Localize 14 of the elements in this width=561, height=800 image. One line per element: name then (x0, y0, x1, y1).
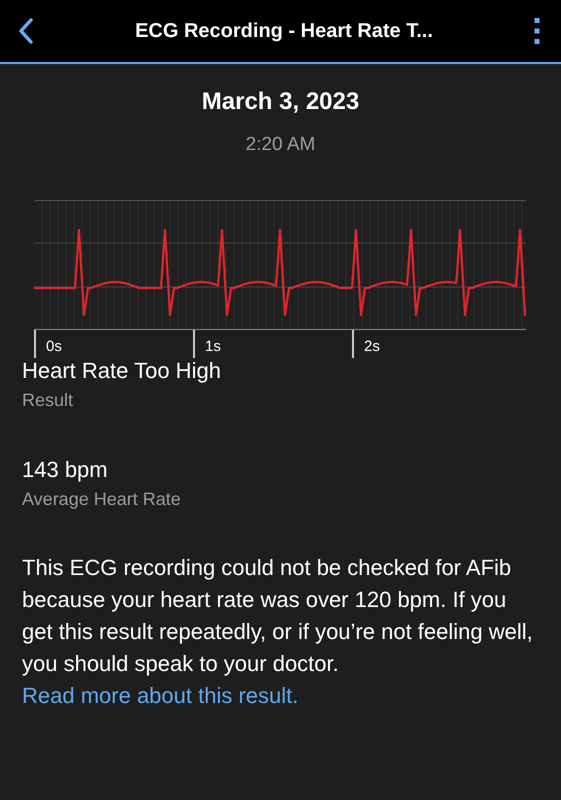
read-more-link[interactable]: Read more about this result. (22, 683, 298, 708)
result-explanation: This ECG recording could not be checked for AFib because your heart rate was over 120 bpm. If you get this result repeatedly, or if you’re not feeling well, you should speak to your doctor. Read more about this result. (22, 554, 534, 710)
back-chevron-icon[interactable] (18, 18, 34, 44)
screen-title: ECG Recording - Heart Rate T... (134, 20, 434, 42)
fact-label: Average Heart Rate (22, 489, 182, 510)
fact-value: Heart Rate Too High (22, 358, 222, 384)
fact-value: 143 bpm (22, 457, 109, 483)
more-options-icon[interactable] (534, 18, 540, 44)
fact-label: Result (22, 390, 74, 411)
recording-date: March 3, 2023 (200, 88, 360, 116)
time-axis-label: 1s (205, 338, 221, 355)
time-axis-label: 2s (364, 338, 380, 355)
time-axis-label: 0s (46, 338, 62, 355)
recording-time: 2:20 AM (244, 134, 316, 156)
